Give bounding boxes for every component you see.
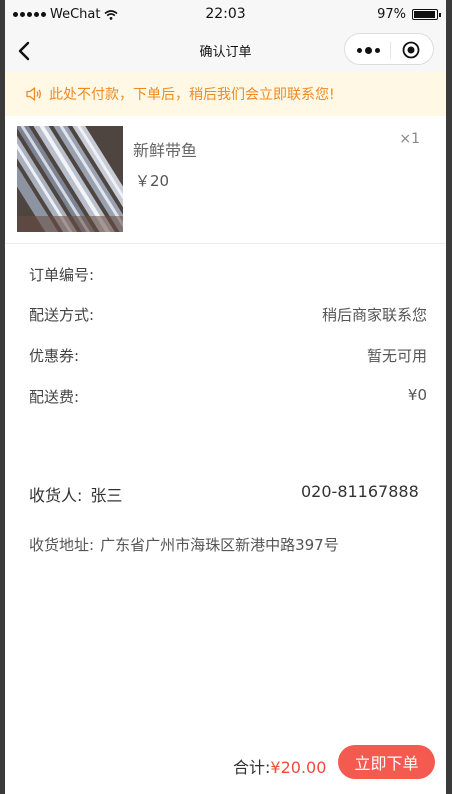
speaker-icon xyxy=(26,87,41,101)
status-bar-right: 97% xyxy=(377,7,441,22)
fish-photo xyxy=(17,126,123,232)
coupon-row[interactable]: 优惠券: 暂无可用 xyxy=(29,345,427,369)
order-number-row: 订单编号: xyxy=(29,264,427,288)
coupon-label: 优惠券: xyxy=(29,347,80,365)
battery-percent: 97% xyxy=(377,7,406,22)
order-total: 合计:¥20.00 xyxy=(233,754,326,778)
place-order-button[interactable]: 立即下单 xyxy=(338,745,435,779)
order-number-label: 订单编号: xyxy=(29,266,95,284)
delivery-fee-value: ¥0 xyxy=(407,386,427,404)
notice-bar: 此处不付款，下单后，稍后我们会立即联系您! xyxy=(5,72,446,116)
mini-program-capsule xyxy=(344,33,434,65)
delivery-method-label: 配送方式: xyxy=(29,306,95,324)
battery-fill xyxy=(414,11,436,18)
product-image xyxy=(17,126,123,232)
checkout-footer: 合计:¥20.00 立即下单 xyxy=(5,735,446,794)
receiver-phone: 020-81167888 xyxy=(301,482,419,501)
address-label: 收货地址: xyxy=(29,536,95,554)
receiver-info[interactable]: 收货人: 张三 xyxy=(29,482,122,506)
delivery-fee-row: 配送费: ¥0 xyxy=(29,386,427,410)
receiver-label: 收货人: xyxy=(29,486,83,505)
receiver-name: 张三 xyxy=(90,486,123,505)
notice-text: 此处不付款，下单后，稍后我们会立即联系您! xyxy=(49,87,335,103)
delivery-method-value: 稍后商家联系您 xyxy=(321,306,427,324)
product-quantity: ×1 xyxy=(399,131,420,147)
more-dots-icon[interactable] xyxy=(357,44,383,56)
total-label: 合计: xyxy=(233,758,271,777)
total-amount: ¥20.00 xyxy=(270,758,327,777)
capsule-divider xyxy=(390,42,391,58)
phone-screen: WeChat 22:03 97% 确认订单 此处不付款，下单后，稍后我们会立即联… xyxy=(5,0,446,794)
battery-icon xyxy=(412,9,441,20)
product-item: 新鲜带鱼 ￥20 ×1 xyxy=(5,116,446,244)
product-name: 新鲜带鱼 xyxy=(133,141,198,160)
nav-bar: 确认订单 xyxy=(5,30,446,72)
product-price: ￥20 xyxy=(135,172,170,190)
delivery-fee-label: 配送费: xyxy=(29,388,80,406)
delivery-method-row: 配送方式: 稍后商家联系您 xyxy=(29,304,427,328)
coupon-value: 暂无可用 xyxy=(366,347,427,365)
close-circle-icon[interactable] xyxy=(402,41,420,59)
status-bar: WeChat 22:03 97% xyxy=(5,0,446,30)
address-info[interactable]: 收货地址: 广东省广州市海珠区新港中路397号 xyxy=(29,534,339,555)
address-value: 广东省广州市海珠区新港中路397号 xyxy=(100,536,339,554)
